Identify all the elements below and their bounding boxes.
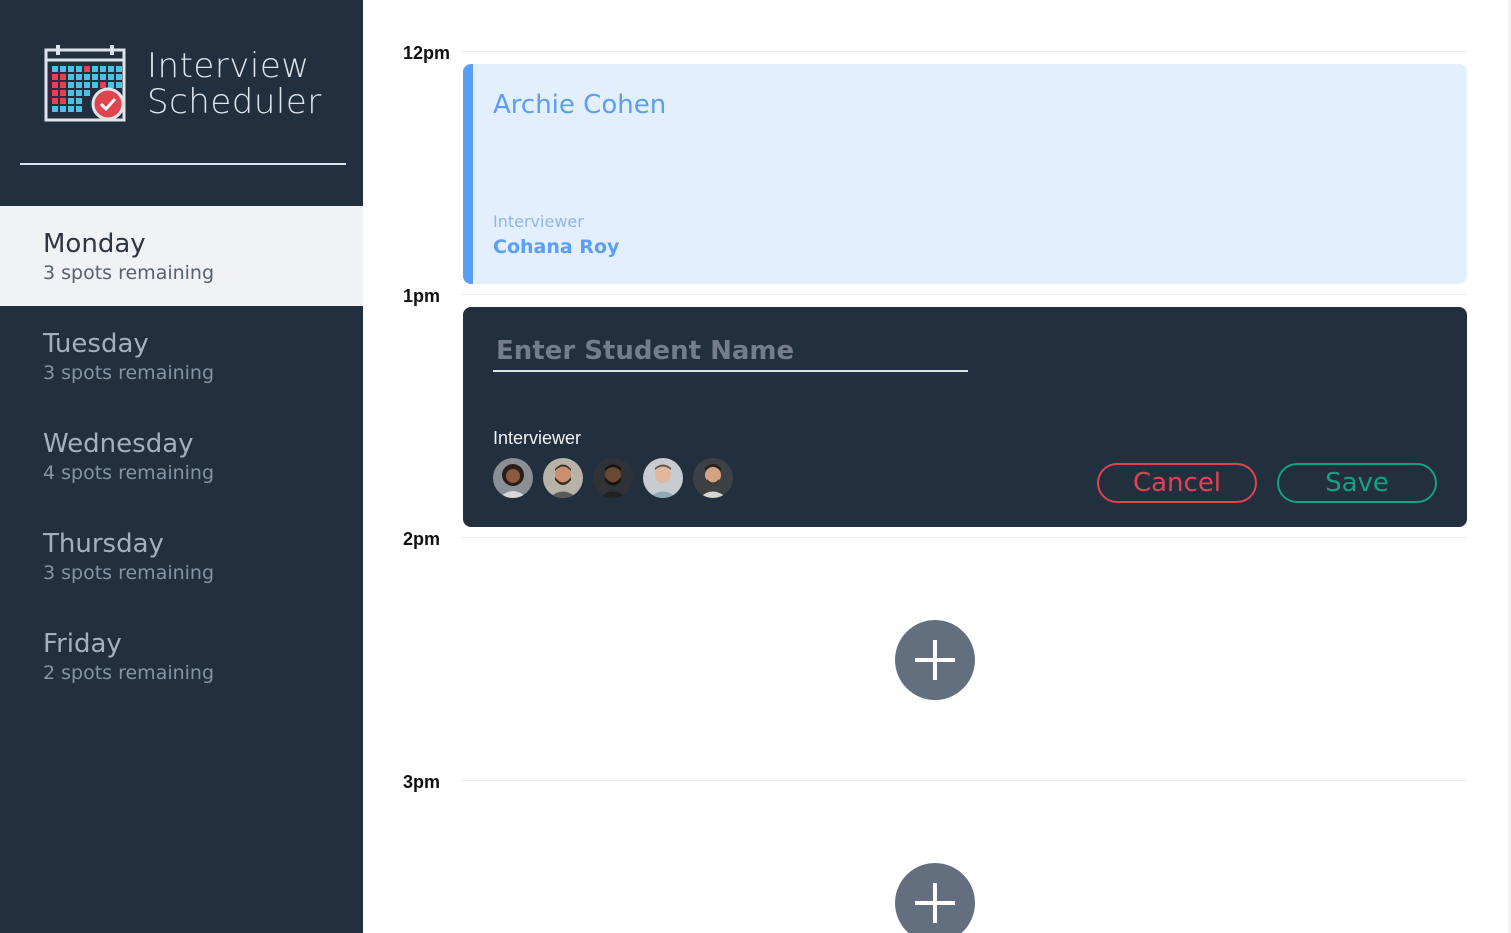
hour-separator [461,294,1467,295]
app-title: Interview Scheduler [147,48,322,120]
day-spots: 3 spots remaining [43,362,215,384]
student-name-input[interactable] [493,332,968,372]
add-appointment-button[interactable] [895,620,975,700]
save-button[interactable]: Save [1277,463,1437,503]
time-label-1pm: 1pm [403,286,441,306]
sidebar-divider [20,163,346,165]
day-item-monday[interactable]: Monday 3 spots remaining [0,206,363,306]
appointment-interviewer-name: Cohana Roy [493,236,620,258]
plus-icon [915,883,955,923]
booked-appointment: Archie Cohen Interviewer Cohana Roy [463,64,1467,284]
day-list: Monday 3 spots remaining Tuesday 3 spots… [0,206,363,706]
app-title-line1: Interview [147,46,310,86]
day-spots: 4 spots remaining [43,462,215,484]
hour-separator [461,780,1467,781]
time-label-3pm: 3pm [403,772,441,792]
calendar-check-icon [44,45,126,122]
day-spots: 3 spots remaining [43,562,215,584]
interviewer-avatar[interactable] [543,458,583,498]
day-spots: 2 spots remaining [43,662,215,684]
day-name: Thursday [43,529,164,559]
day-name: Monday [43,229,146,259]
interviewer-avatar[interactable] [493,458,533,498]
plus-icon [915,640,955,680]
interviewer-avatar[interactable] [593,458,633,498]
day-name: Tuesday [43,329,149,359]
interviewer-avatar[interactable] [693,458,733,498]
day-name: Wednesday [43,429,194,459]
day-item-friday[interactable]: Friday 2 spots remaining [0,606,363,706]
time-label-12pm: 12pm [403,43,451,63]
hour-separator [461,51,1467,52]
day-name: Friday [43,629,122,659]
appointment-student-name: Archie Cohen [493,90,667,120]
hour-separator [461,537,1467,538]
form-interviewer-label: Interviewer [493,428,582,448]
time-label-2pm: 2pm [403,529,441,549]
day-item-wednesday[interactable]: Wednesday 4 spots remaining [0,406,363,506]
day-spots: 3 spots remaining [43,262,215,284]
logo: Interview Scheduler [44,44,322,124]
day-item-thursday[interactable]: Thursday 3 spots remaining [0,506,363,606]
app-title-line2: Scheduler [147,82,322,122]
interviewer-avatar[interactable] [643,458,683,498]
app: Interview Scheduler Monday 3 spots remai… [0,0,1511,933]
schedule: 12pm Archie Cohen Interviewer Cohana Roy… [363,0,1511,933]
appointment-form: Interviewer Cancel Save [463,307,1467,527]
add-appointment-button[interactable] [895,863,975,933]
cancel-button[interactable]: Cancel [1097,463,1257,503]
interviewer-list [493,458,743,498]
sidebar: Interview Scheduler Monday 3 spots remai… [0,0,363,933]
appointment-interviewer-label: Interviewer [493,212,584,231]
day-item-tuesday[interactable]: Tuesday 3 spots remaining [0,306,363,406]
